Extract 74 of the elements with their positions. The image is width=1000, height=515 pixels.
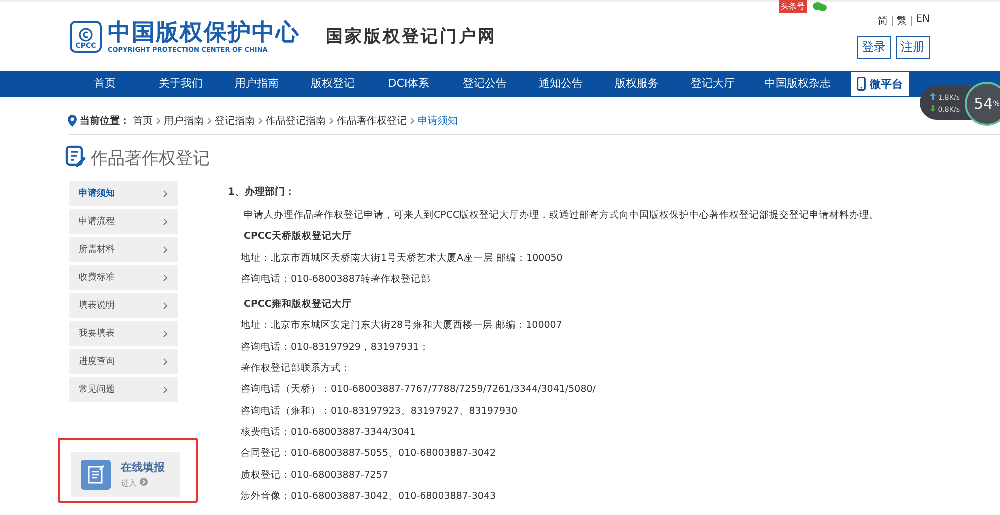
nav-item[interactable]: 首页 xyxy=(67,71,143,97)
chevron-icon xyxy=(163,190,168,198)
up-arrow-icon xyxy=(930,92,936,100)
language-link[interactable]: EN xyxy=(916,14,930,28)
breadcrumb-label: 当前位置： xyxy=(80,114,130,128)
nav-item[interactable]: 版权服务 xyxy=(599,71,675,97)
logo-title: 中国版权保护中心 xyxy=(108,20,300,46)
breadcrumb-link[interactable]: 申请须知 xyxy=(418,114,458,128)
phone-icon xyxy=(857,77,866,91)
paragraph: 申请人办理作品著作权登记申请，可来人到CPCC版权登记大厅办理，或通过邮寄方式向中国版权保护中心著作权登记部提交登记申请材料办理。 xyxy=(243,209,880,223)
platform-button[interactable]: 微平台 xyxy=(851,72,909,96)
info-line: 咨询电话（雍和）：010-83197923、83197927、83197930 xyxy=(240,404,519,419)
page-title: 作品著作权登记 xyxy=(91,148,210,170)
sidebar-item[interactable]: 常见问题 xyxy=(69,377,178,402)
chevron-icon xyxy=(410,117,415,125)
nav-item[interactable]: 关于我们 xyxy=(143,71,219,97)
breadcrumb-link[interactable]: 登记指南 xyxy=(215,114,255,128)
language-link[interactable]: 简 xyxy=(878,14,888,28)
sidebar-item[interactable]: 进度查询 xyxy=(69,349,178,374)
chevron-icon xyxy=(163,358,168,366)
social-badge[interactable]: 头条号 xyxy=(779,0,807,13)
hall-name: CPCC天桥版权登记大厅 xyxy=(243,230,353,244)
hall-name: CPCC雍和版权登记大厅 xyxy=(243,298,353,312)
portal-name: 国家版权登记门户网 xyxy=(326,26,497,48)
chat-icon[interactable] xyxy=(813,2,827,12)
info-line: 咨询电话：010-68003887转著作权登记部 xyxy=(240,272,432,287)
sidebar-item[interactable]: 收费标准 xyxy=(69,265,178,290)
section-heading: 1、办理部门： xyxy=(228,185,296,200)
info-line: 地址：北京市西城区天桥南大街1号天桥艺术大厦A座一层 邮编：100050 xyxy=(240,252,564,266)
register-button[interactable]: 注册 xyxy=(896,36,930,59)
sidebar-item[interactable]: 所需材料 xyxy=(69,237,178,262)
nav-item[interactable]: 中国版权杂志 xyxy=(751,71,845,97)
nav-item[interactable]: 通知公告 xyxy=(523,71,599,97)
chevron-icon xyxy=(163,302,168,310)
sidebar-item[interactable]: 我要填表 xyxy=(69,321,178,346)
down-arrow-icon xyxy=(930,104,936,112)
info-line: 质权登记：010-68003887-7257 xyxy=(240,468,390,483)
breadcrumb-link[interactable]: 用户指南 xyxy=(164,114,204,128)
form-edit-icon xyxy=(81,460,111,490)
info-line: 核费电话：010-68003887-3344/3041 xyxy=(240,426,417,440)
info-line: 咨询电话：010-83197929，83197931； xyxy=(240,340,430,355)
language-link[interactable]: 繁 xyxy=(897,14,908,28)
copyright-icon xyxy=(79,28,93,42)
nav-item[interactable]: 登记公告 xyxy=(447,71,523,97)
chevron-icon xyxy=(163,330,168,338)
nav-item[interactable]: 用户指南 xyxy=(219,71,295,97)
nav-item[interactable]: 登记大厅 xyxy=(675,71,751,97)
chevron-icon xyxy=(163,246,168,254)
arrow-circle-icon xyxy=(140,478,148,486)
chevron-icon xyxy=(207,117,212,125)
sidebar-item[interactable]: 填表说明 xyxy=(69,293,178,318)
nav-item[interactable]: 版权登记 xyxy=(295,71,371,97)
chevron-icon xyxy=(163,218,168,226)
location-pin-icon xyxy=(68,115,77,127)
breadcrumb-link[interactable]: 作品登记指南 xyxy=(266,114,326,128)
chevron-icon xyxy=(329,117,334,125)
breadcrumb-link[interactable]: 首页 xyxy=(133,114,153,128)
info-line: 著作权登记部联系方式： xyxy=(240,362,352,376)
info-line: 涉外音像：010-68003887-3042、010-68003887-3043 xyxy=(240,490,498,504)
info-line: 地址：北京市东城区安定门东大街28号雍和大厦西楼一层 邮编：100007 xyxy=(240,319,564,334)
info-line: 咨询电话（天桥）：010-68003887-7767/7788/7259/7261/3344/3041/5080/ xyxy=(240,383,597,398)
chevron-icon xyxy=(258,117,263,125)
chevron-icon xyxy=(163,274,168,282)
enter-link: 进入 xyxy=(121,478,165,489)
info-line: 合同登记：010-68003887-5055、010-68003887-3042 xyxy=(240,447,498,462)
login-button[interactable]: 登录 xyxy=(857,36,891,59)
sidebar-item[interactable]: 申请流程 xyxy=(69,209,178,234)
chevron-icon xyxy=(156,117,161,125)
online-fill-card[interactable]: 在线填报 进入 xyxy=(71,452,180,497)
breadcrumb-link[interactable]: 作品著作权登记 xyxy=(337,114,407,128)
sidebar-item[interactable]: 申请须知 xyxy=(69,181,178,206)
chevron-icon xyxy=(163,386,168,394)
nav-item[interactable]: DCI体系 xyxy=(371,71,447,97)
online-fill-title: 在线填报 xyxy=(121,460,165,475)
